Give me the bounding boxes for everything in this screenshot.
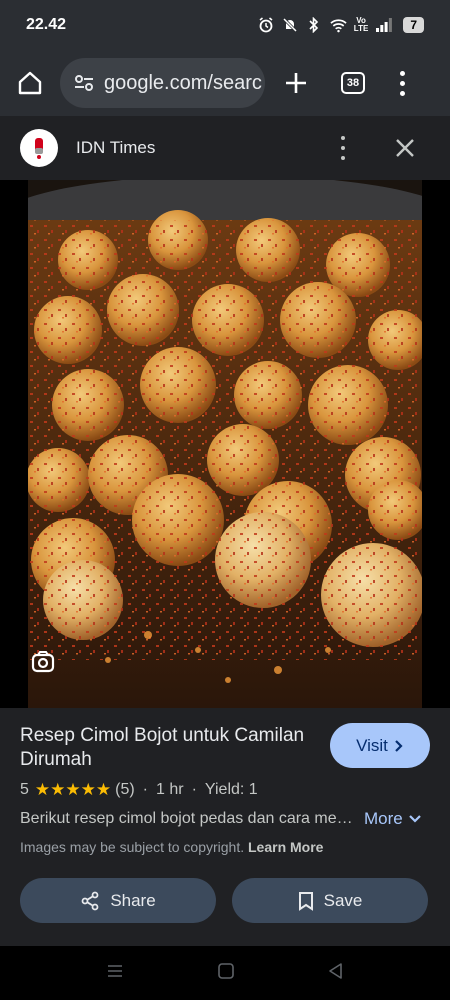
url-text: google.com/searc (104, 71, 262, 94)
home-button[interactable] (13, 66, 47, 100)
new-tab-button[interactable] (279, 66, 313, 100)
result-image[interactable] (28, 180, 422, 708)
close-button[interactable] (394, 137, 416, 164)
bluetooth-icon (306, 17, 323, 34)
new-tab-icon (286, 73, 306, 93)
more-options-icon[interactable] (338, 136, 348, 160)
battery-icon: 7 (403, 17, 424, 33)
visit-label: Visit (356, 735, 388, 755)
close-icon (396, 139, 414, 157)
menu-icon[interactable] (397, 68, 407, 98)
source-logo[interactable] (20, 129, 58, 167)
address-bar[interactable]: google.com/searc (60, 58, 265, 108)
rating-stars: ★★★★★ (34, 780, 112, 799)
result-title[interactable]: Resep Cimol Bojot untuk Camilan Dirumah (20, 724, 320, 772)
copyright-notice: Images may be subject to copyright. Lear… (20, 839, 323, 855)
learn-more-link[interactable]: Learn More (248, 839, 323, 855)
mute-icon (282, 17, 299, 34)
review-count: (5) (115, 781, 135, 798)
wifi-icon (330, 17, 347, 34)
copyright-text: Images may be subject to copyright. (20, 839, 245, 855)
tab-count: 38 (346, 77, 360, 89)
source-name[interactable]: IDN Times (76, 138, 155, 158)
volte-bottom-text: LTE (353, 24, 369, 33)
separator: · (191, 781, 197, 798)
volte-icon: Vo LTE (354, 17, 369, 33)
rating-value: 5 (20, 781, 29, 798)
browser-toolbar: google.com/searc 38 (0, 50, 450, 116)
bookmark-icon (298, 891, 313, 911)
recent-apps-icon[interactable] (106, 962, 124, 985)
alarm-icon (258, 17, 275, 34)
share-button[interactable]: Share (20, 878, 216, 923)
lens-search-button[interactable] (28, 648, 58, 678)
result-description: Berikut resep cimol bojot pedas dan cara… (20, 810, 355, 827)
source-header: IDN Times (0, 116, 450, 180)
back-icon[interactable] (327, 962, 345, 985)
share-label: Share (110, 890, 156, 910)
image-viewer (0, 180, 450, 708)
recipe-meta: 5 ★★★★★ (5) · 1 hr · Yield: 1 (20, 780, 258, 800)
home-icon (18, 71, 42, 95)
save-label: Save (323, 890, 363, 910)
visit-button[interactable]: Visit (330, 723, 430, 768)
site-settings-icon[interactable] (74, 74, 94, 92)
result-info-panel: Resep Cimol Bojot untuk Camilan Dirumah … (0, 708, 450, 946)
more-label: More (364, 809, 403, 828)
save-button[interactable]: Save (232, 878, 428, 923)
share-icon (81, 891, 99, 910)
more-button[interactable]: More (364, 809, 422, 829)
status-icons: Vo LTE 7 (258, 17, 424, 34)
status-time: 22.42 (26, 16, 67, 33)
tabs-button[interactable]: 38 (341, 72, 365, 94)
cook-time: 1 hr (156, 781, 184, 798)
chevron-right-icon (395, 739, 403, 752)
recipe-yield: Yield: 1 (204, 781, 258, 798)
signal-icon (375, 17, 392, 34)
separator: · (142, 781, 148, 798)
lens-search-icon (31, 651, 55, 673)
status-bar: 22.42 Vo LTE 7 (0, 0, 450, 50)
home-nav-icon[interactable] (217, 962, 235, 985)
system-nav-bar (0, 946, 450, 1000)
chevron-down-icon (408, 815, 421, 823)
